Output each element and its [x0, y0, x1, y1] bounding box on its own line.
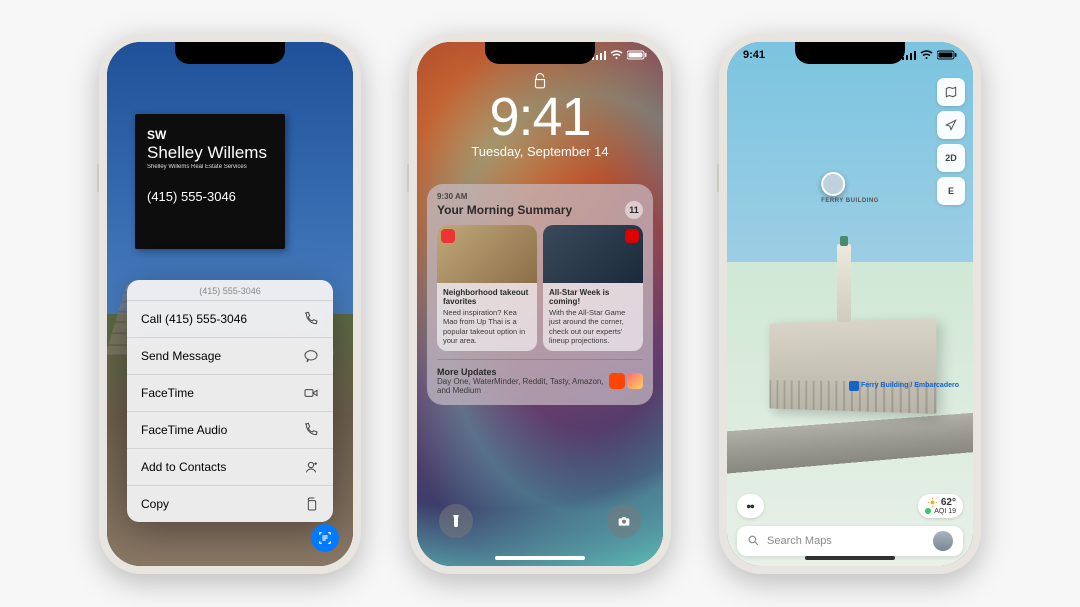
camera-icon — [616, 513, 632, 529]
map-pin-ferry-building[interactable]: FERRY BUILDING — [821, 172, 879, 204]
map-bottom-panel: 62° AQI 19 Search Maps — [727, 486, 973, 566]
battery-icon — [937, 50, 957, 60]
summary-card-image — [437, 225, 537, 283]
context-menu: (415) 555-3046 Call (415) 555-3046 Send … — [127, 280, 333, 522]
lock-clock: 9:41 Tuesday, September 14 — [417, 86, 663, 159]
clock-time: 9:41 — [417, 86, 663, 148]
screen: SW Shelley Willems Shelley Willems Real … — [107, 42, 353, 566]
menu-item-add-contact[interactable]: Add to Contacts — [127, 449, 333, 486]
menu-item-label: Add to Contacts — [141, 460, 226, 474]
reddit-app-icon — [609, 373, 625, 389]
wifi-icon — [920, 50, 933, 60]
notch — [175, 42, 285, 64]
phone-icon — [303, 311, 319, 327]
view-2d-button[interactable]: 2D — [937, 144, 965, 172]
clock-date: Tuesday, September 14 — [417, 144, 663, 159]
summary-card-title: Neighborhood takeout favorites — [443, 288, 531, 306]
menu-item-label: Call (415) 555-3046 — [141, 312, 247, 326]
realtor-sign: SW Shelley Willems Shelley Willems Real … — [135, 114, 285, 249]
location-button[interactable] — [937, 111, 965, 139]
more-updates-text: Day One, WaterMinder, Reddit, Tasty, Ama… — [437, 377, 609, 395]
menu-item-facetime[interactable]: FaceTime — [127, 375, 333, 412]
summary-card-image — [543, 225, 643, 283]
status-time: 9:41 — [743, 46, 765, 64]
live-text-icon — [317, 530, 333, 546]
pin-icon — [821, 172, 845, 196]
add-contact-icon — [303, 459, 319, 475]
map-controls: 2D E — [937, 78, 965, 205]
view-2d-label: 2D — [945, 153, 957, 163]
transit-badge-icon — [849, 381, 859, 391]
compass-button[interactable]: E — [937, 177, 965, 205]
search-placeholder: Search Maps — [767, 535, 926, 547]
flashlight-button[interactable] — [439, 504, 473, 538]
context-menu-header: (415) 555-3046 — [127, 280, 333, 301]
aqi-value: AQI 19 — [934, 508, 956, 515]
summary-card[interactable]: All-Star Week is coming! With the All-St… — [543, 225, 643, 352]
menu-item-call[interactable]: Call (415) 555-3046 — [127, 301, 333, 338]
phone-lock-screen: 9:41 Tuesday, September 14 9:30 AM Your … — [409, 34, 671, 574]
menu-item-label: Copy — [141, 497, 169, 511]
summary-card[interactable]: Neighborhood takeout favorites Need insp… — [437, 225, 537, 352]
menu-item-label: FaceTime Audio — [141, 423, 227, 437]
sign-subtitle: Shelley Willems Real Estate Services — [147, 164, 273, 171]
video-icon — [303, 385, 319, 401]
ferry-building-3d — [769, 318, 936, 414]
live-text-button[interactable] — [311, 524, 339, 552]
search-bar[interactable]: Search Maps — [737, 526, 963, 556]
phone-maps: 9:41 FERRY BUILDING Ferry Building / Emb… — [719, 34, 981, 574]
screen: 9:41 Tuesday, September 14 9:30 AM Your … — [417, 42, 663, 566]
search-icon — [747, 534, 760, 547]
location-arrow-icon — [944, 118, 958, 132]
yelp-app-icon — [441, 229, 455, 243]
flashlight-icon — [448, 513, 464, 529]
phone-icon — [303, 422, 319, 438]
summary-count: 11 — [625, 201, 643, 219]
battery-icon — [627, 50, 647, 60]
summary-card-text: Need inspiration? Kea Mao from Up Thai i… — [443, 308, 531, 346]
notch — [795, 42, 905, 64]
look-around-button[interactable] — [737, 494, 764, 518]
map-mode-button[interactable] — [937, 78, 965, 106]
temperature: 62° — [941, 497, 956, 508]
screen: 9:41 FERRY BUILDING Ferry Building / Emb… — [727, 42, 973, 566]
menu-item-label: Send Message — [141, 349, 221, 363]
message-icon — [303, 348, 319, 364]
menu-item-facetime-audio[interactable]: FaceTime Audio — [127, 412, 333, 449]
sign-name: Shelley Willems — [147, 144, 273, 163]
summary-timestamp: 9:30 AM — [437, 192, 643, 201]
menu-item-copy[interactable]: Copy — [127, 486, 333, 522]
notification-summary[interactable]: 9:30 AM Your Morning Summary 11 Neighbor… — [427, 184, 653, 406]
sign-initials: SW — [147, 128, 273, 142]
transit-station-label[interactable]: Ferry Building / Embarcadero — [849, 381, 959, 391]
summary-title: Your Morning Summary — [437, 203, 572, 217]
station-name: Ferry Building / Embarcadero — [861, 382, 959, 389]
weather-chip[interactable]: 62° AQI 19 — [918, 494, 963, 518]
compass-label: E — [948, 186, 954, 196]
sign-phone: (415) 555-3046 — [147, 189, 273, 204]
map-icon — [944, 85, 958, 99]
binoculars-icon — [745, 500, 756, 511]
pin-label: FERRY BUILDING — [821, 198, 879, 204]
more-updates-title: More Updates — [437, 367, 609, 377]
summary-card-title: All-Star Week is coming! — [549, 288, 637, 306]
camera-button[interactable] — [607, 504, 641, 538]
ferry-building-tower — [837, 244, 851, 322]
more-updates-app-icons — [609, 373, 643, 389]
summary-more-updates[interactable]: More Updates Day One, WaterMinder, Reddi… — [437, 359, 643, 395]
phone-live-text: SW Shelley Willems Shelley Willems Real … — [99, 34, 361, 574]
notch — [485, 42, 595, 64]
summary-card-text: With the All-Star Game just around the c… — [549, 308, 637, 346]
profile-avatar[interactable] — [933, 531, 953, 551]
home-indicator[interactable] — [495, 556, 585, 560]
sun-icon — [927, 497, 938, 508]
menu-item-message[interactable]: Send Message — [127, 338, 333, 375]
menu-item-label: FaceTime — [141, 386, 194, 400]
aqi-indicator-icon — [925, 508, 931, 514]
copy-icon — [303, 496, 319, 512]
wifi-icon — [610, 50, 623, 60]
app-icon — [627, 373, 643, 389]
espn-app-icon — [625, 229, 639, 243]
